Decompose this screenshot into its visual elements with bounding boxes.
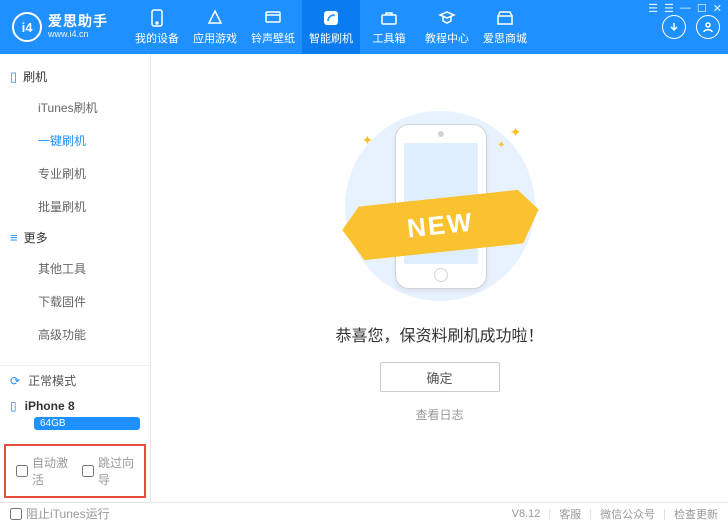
window-controls: ☰ ☰ — ☐ ✕ bbox=[648, 2, 722, 15]
sidebar-group-flash[interactable]: ▯ 刷机 bbox=[0, 62, 150, 91]
check-update-link[interactable]: 检查更新 bbox=[674, 506, 718, 522]
checkbox-label: 跳过向导 bbox=[98, 454, 134, 488]
footer: 阻止iTunes运行 V8.12 | 客服 | 微信公众号 | 检查更新 bbox=[0, 502, 728, 524]
logo-badge-icon: i4 bbox=[12, 12, 42, 42]
nav-toolbox[interactable]: 工具箱 bbox=[360, 0, 418, 54]
refresh-icon: ⟳ bbox=[10, 374, 20, 388]
ok-button[interactable]: 确定 bbox=[380, 362, 500, 392]
content: ✦ ✦ ✦ NEW 恭喜您，保资料刷机成功啦！ 确定 查看日志 bbox=[151, 54, 728, 502]
ringtone-icon bbox=[264, 9, 282, 27]
sparkle-icon: ✦ bbox=[362, 132, 374, 149]
sidebar-item-other[interactable]: 其他工具 bbox=[0, 252, 150, 285]
logo: i4 爱思助手 www.i4.cn bbox=[12, 12, 108, 42]
nav-flash[interactable]: 智能刷机 bbox=[302, 0, 360, 54]
support-link[interactable]: 客服 bbox=[559, 506, 581, 522]
tutorial-icon bbox=[438, 9, 456, 27]
header-actions bbox=[662, 15, 720, 39]
history-icon[interactable]: ☰ bbox=[648, 2, 658, 15]
nav-store[interactable]: 爱思商城 bbox=[476, 0, 534, 54]
block-itunes-checkbox[interactable]: 阻止iTunes运行 bbox=[10, 505, 110, 522]
group-title: 刷机 bbox=[23, 68, 47, 85]
toolbox-icon bbox=[380, 9, 398, 27]
sparkle-icon: ✦ bbox=[497, 140, 505, 151]
maximize-icon[interactable]: ☐ bbox=[697, 2, 707, 15]
nav-label: 工具箱 bbox=[373, 30, 406, 46]
nav-label: 我的设备 bbox=[135, 30, 179, 46]
nav-label: 教程中心 bbox=[425, 30, 469, 46]
auto-activate-checkbox[interactable]: 自动激活 bbox=[16, 454, 68, 488]
nav-label: 铃声壁纸 bbox=[251, 30, 295, 46]
skip-wizard-checkbox[interactable]: 跳过向导 bbox=[82, 454, 134, 488]
header: i4 爱思助手 www.i4.cn 我的设备 应用游戏 铃声壁纸 智能刷机 工具… bbox=[0, 0, 728, 54]
minimize-icon[interactable]: — bbox=[680, 2, 691, 15]
sparkle-icon: ✦ bbox=[510, 124, 522, 141]
close-icon[interactable]: ✕ bbox=[713, 2, 722, 15]
nav-ringtone[interactable]: 铃声壁纸 bbox=[244, 0, 302, 54]
device-icon bbox=[148, 9, 166, 27]
group-title: 更多 bbox=[24, 229, 48, 246]
capacity-badge: 64GB bbox=[34, 417, 140, 430]
sidebar-item-pro[interactable]: 专业刷机 bbox=[0, 157, 150, 190]
sidebar-item-batch[interactable]: 批量刷机 bbox=[0, 190, 150, 223]
nav-apps[interactable]: 应用游戏 bbox=[186, 0, 244, 54]
sidebar-item-onekey[interactable]: 一键刷机 bbox=[0, 124, 150, 157]
new-ribbon: NEW bbox=[336, 198, 546, 252]
phone-icon: ▯ bbox=[10, 399, 17, 413]
success-message: 恭喜您，保资料刷机成功啦！ bbox=[335, 322, 543, 346]
menu-icon: ≡ bbox=[10, 230, 16, 245]
device-name: iPhone 8 bbox=[25, 399, 75, 413]
mode-label: 正常模式 bbox=[28, 372, 76, 389]
device-mode[interactable]: ⟳ 正常模式 bbox=[0, 365, 150, 395]
phone-icon: ▯ bbox=[10, 69, 15, 85]
success-illustration: ✦ ✦ ✦ NEW bbox=[340, 106, 540, 306]
download-button[interactable] bbox=[662, 15, 686, 39]
ribbon-text: NEW bbox=[406, 206, 476, 244]
top-nav: 我的设备 应用游戏 铃声壁纸 智能刷机 工具箱 教程中心 爱思商城 bbox=[128, 0, 534, 54]
nav-label: 爱思商城 bbox=[483, 30, 527, 46]
sidebar-item-firmware[interactable]: 下载固件 bbox=[0, 285, 150, 318]
post-flash-options: 自动激活 跳过向导 bbox=[4, 444, 146, 498]
checkbox-label: 自动激活 bbox=[32, 454, 68, 488]
nav-label: 智能刷机 bbox=[309, 30, 353, 46]
brand-name: 爱思助手 bbox=[48, 14, 108, 29]
nav-label: 应用游戏 bbox=[193, 30, 237, 46]
flash-icon bbox=[322, 9, 340, 27]
brand-url: www.i4.cn bbox=[48, 30, 108, 40]
wechat-link[interactable]: 微信公众号 bbox=[600, 506, 655, 522]
sidebar-item-advanced[interactable]: 高级功能 bbox=[0, 318, 150, 351]
version-label: V8.12 bbox=[512, 508, 541, 520]
apps-icon bbox=[206, 9, 224, 27]
device-info[interactable]: ▯ iPhone 8 64GB bbox=[0, 395, 150, 440]
user-button[interactable] bbox=[696, 15, 720, 39]
sidebar-item-itunes[interactable]: iTunes刷机 bbox=[0, 91, 150, 124]
nav-my-device[interactable]: 我的设备 bbox=[128, 0, 186, 54]
nav-tutorial[interactable]: 教程中心 bbox=[418, 0, 476, 54]
sidebar-group-more[interactable]: ≡ 更多 bbox=[0, 223, 150, 252]
settings-icon[interactable]: ☰ bbox=[664, 2, 674, 15]
sidebar: ▯ 刷机 iTunes刷机 一键刷机 专业刷机 批量刷机 ≡ 更多 其他工具 下… bbox=[0, 54, 151, 502]
view-log-link[interactable]: 查看日志 bbox=[415, 406, 463, 423]
checkbox-label: 阻止iTunes运行 bbox=[26, 505, 110, 522]
store-icon bbox=[496, 9, 514, 27]
